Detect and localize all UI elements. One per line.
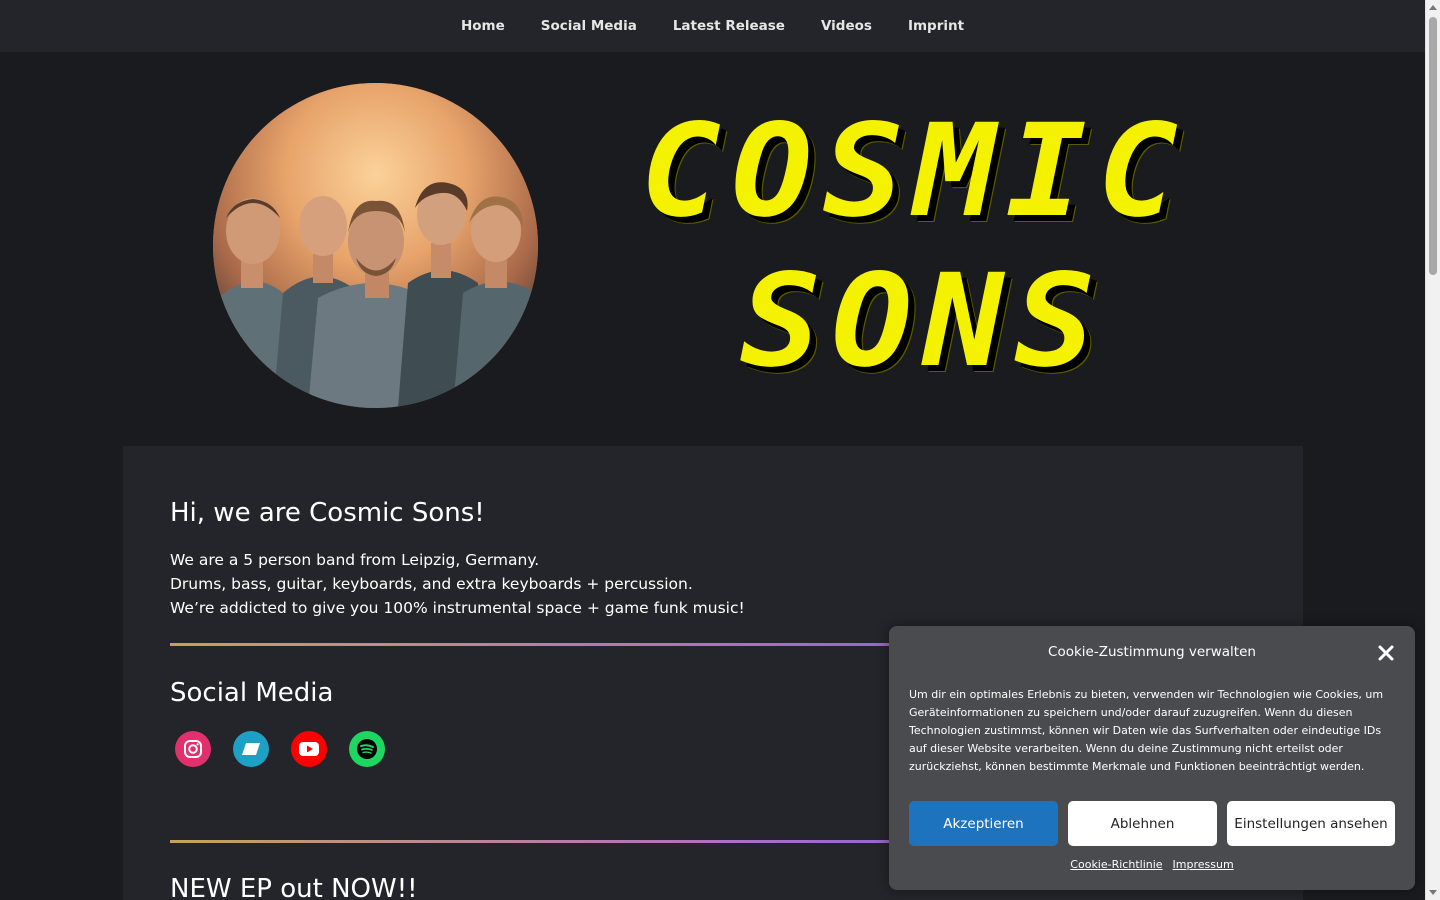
- intro-line: We’re addicted to give you 100% instrume…: [170, 599, 745, 617]
- instagram-icon[interactable]: [175, 731, 211, 767]
- band-members-illustration: [213, 83, 538, 408]
- bandcamp-icon[interactable]: [233, 731, 269, 767]
- logo-line-cosmic: COSMIC: [640, 97, 1189, 246]
- close-icon[interactable]: [1377, 644, 1395, 662]
- nav-social-media[interactable]: Social Media: [523, 18, 655, 34]
- cookie-policy-link[interactable]: Cookie-Richtlinie: [1070, 858, 1162, 871]
- spotify-icon[interactable]: [349, 731, 385, 767]
- deny-button[interactable]: Ablehnen: [1068, 801, 1217, 846]
- band-photo: [213, 83, 538, 408]
- scroll-up-icon[interactable]: [1429, 5, 1437, 10]
- instagram-glyph: [184, 740, 202, 758]
- nav-latest-release[interactable]: Latest Release: [655, 18, 803, 34]
- intro-line: Drums, bass, guitar, keyboards, and extr…: [170, 575, 693, 593]
- intro-text: We are a 5 person band from Leipzig, Ger…: [170, 548, 745, 620]
- social-icons: [175, 731, 385, 767]
- view-settings-button[interactable]: Einstellungen ansehen: [1227, 801, 1395, 846]
- band-logo: COSMIC SONS: [640, 108, 1220, 393]
- cookie-dialog-body: Um dir ein optimales Erlebnis zu bieten,…: [909, 688, 1384, 773]
- latest-release-heading: NEW EP out NOW!!: [170, 874, 418, 900]
- nav-home[interactable]: Home: [443, 18, 523, 34]
- cookie-consent-dialog: Cookie-Zustimmung verwalten Um dir ein o…: [889, 626, 1415, 890]
- accept-button[interactable]: Akzeptieren: [909, 801, 1058, 846]
- logo-line-sons: SONS: [740, 247, 1106, 396]
- bandcamp-glyph: [242, 743, 260, 755]
- nav-imprint[interactable]: Imprint: [890, 18, 982, 34]
- page-scrollbar[interactable]: [1425, 0, 1440, 900]
- intro-line: We are a 5 person band from Leipzig, Ger…: [170, 551, 540, 569]
- nav-videos[interactable]: Videos: [803, 18, 890, 34]
- scroll-down-icon[interactable]: [1429, 890, 1437, 895]
- youtube-glyph: [299, 742, 319, 756]
- imprint-link[interactable]: Impressum: [1173, 858, 1234, 871]
- cookie-dialog-title: Cookie-Zustimmung verwalten: [1048, 644, 1256, 660]
- top-navigation: Home Social Media Latest Release Videos …: [0, 0, 1425, 52]
- spotify-glyph: [357, 739, 377, 759]
- social-media-heading: Social Media: [170, 678, 334, 708]
- cookie-links: Cookie-Richtlinie Impressum: [889, 858, 1415, 871]
- scrollbar-thumb[interactable]: [1429, 17, 1437, 275]
- youtube-icon[interactable]: [291, 731, 327, 767]
- close-glyph: [1378, 645, 1394, 661]
- intro-heading: Hi, we are Cosmic Sons!: [170, 498, 485, 528]
